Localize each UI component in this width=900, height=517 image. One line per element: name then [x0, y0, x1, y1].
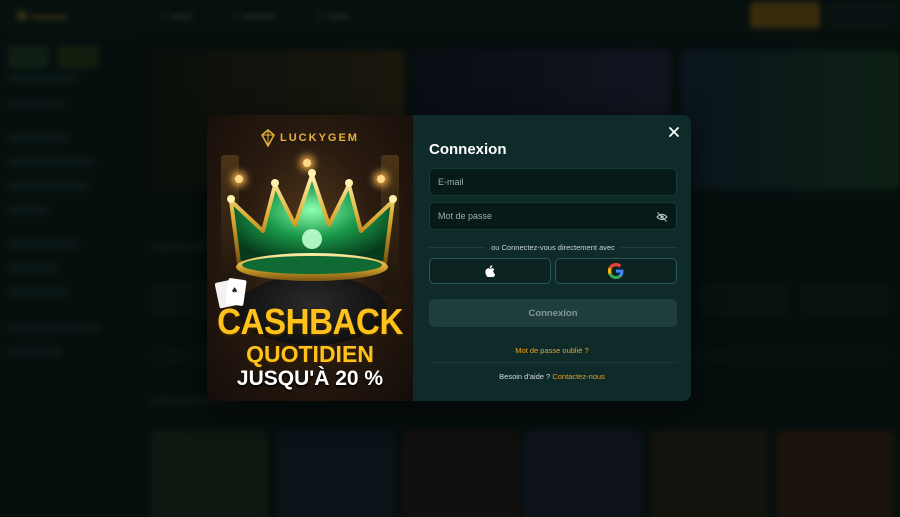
help-text: Besoin d'aide ? [499, 372, 551, 381]
divider-line [429, 246, 486, 248]
email-field[interactable] [430, 169, 676, 195]
close-icon[interactable] [667, 125, 681, 139]
apple-icon [485, 265, 495, 277]
password-field[interactable] [430, 203, 676, 229]
apple-login-button[interactable] [429, 258, 551, 284]
promo-panel: LUCKYGEM ♠ CASHBACK QUOTIDIEN JUSQU'À 20… [207, 115, 413, 401]
promo-subheadline: QUOTIDIEN [246, 341, 374, 367]
promo-headline: CASHBACK [217, 301, 403, 342]
eye-slash-icon[interactable] [656, 211, 668, 223]
forgot-password-link[interactable]: Mot de passe oublié ? [413, 346, 691, 355]
social-divider: ou Connectez-vous directement avec [429, 241, 678, 253]
promo-brand-logo: LUCKYGEM [207, 129, 413, 147]
divider-text: ou Connectez-vous directement avec [491, 242, 615, 252]
login-modal: LUCKYGEM ♠ CASHBACK QUOTIDIEN JUSQU'À 20… [207, 115, 691, 401]
login-form: Connexion ou Connectez-vous directement … [413, 115, 691, 401]
help-line: Besoin d'aide ? Contactez-nous [413, 372, 691, 381]
form-separator [429, 362, 677, 363]
crown-icon [227, 169, 397, 281]
google-icon [608, 263, 624, 279]
divider-line [620, 246, 678, 248]
google-login-button[interactable] [555, 258, 677, 284]
promo-brand-text: LUCKYGEM [280, 132, 359, 144]
svg-text:♠: ♠ [231, 286, 238, 295]
promo-lamp [303, 159, 311, 167]
password-field-wrapper [429, 202, 677, 230]
gem-icon [261, 129, 275, 147]
login-submit-button[interactable]: Connexion [429, 299, 677, 327]
promo-percentage: JUSQU'À 20 % [236, 367, 384, 390]
email-field-wrapper [429, 168, 677, 196]
contact-us-link[interactable]: Contactez-nous [552, 372, 605, 381]
login-title: Connexion [429, 141, 507, 158]
